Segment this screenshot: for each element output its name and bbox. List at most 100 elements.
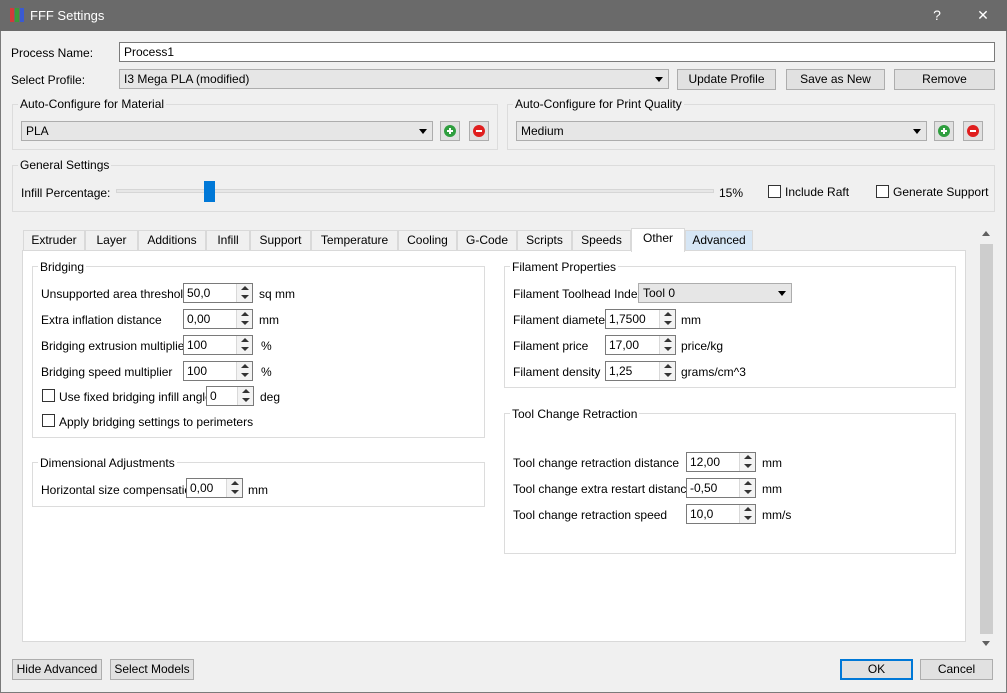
toolchange-restart-spinbox[interactable]: -0,50 <box>686 478 756 498</box>
bridging-extrusion-spinbox[interactable]: 100 <box>183 335 253 355</box>
fixed-angle-value: 0 <box>210 389 217 403</box>
help-button[interactable]: ? <box>914 0 960 31</box>
select-models-button[interactable]: Select Models <box>110 659 194 680</box>
filament-density-value: 1,25 <box>609 364 633 378</box>
chevron-down-icon <box>655 77 663 82</box>
extra-inflation-spinbox[interactable]: 0,00 <box>183 309 253 329</box>
fixed-angle-unit: deg <box>260 390 281 404</box>
toolchange-restart-unit: mm <box>762 482 782 496</box>
toolhead-label: Filament Toolhead Index <box>513 287 644 301</box>
fixed-angle-spinbox[interactable]: 0 <box>206 386 254 406</box>
chevron-down-icon <box>913 129 921 134</box>
filament-price-spinbox[interactable]: 17,00 <box>605 335 676 355</box>
tab-extruder[interactable]: Extruder <box>23 230 85 250</box>
extra-inflation-value: 0,00 <box>187 312 211 326</box>
spin-arrows-icon[interactable] <box>236 284 252 302</box>
toolchange-distance-label: Tool change retraction distance <box>513 456 680 470</box>
tab-support[interactable]: Support <box>250 230 311 250</box>
fixed-angle-checkbox[interactable] <box>42 389 55 402</box>
ok-button[interactable]: OK <box>840 659 913 680</box>
dimensional-title: Dimensional Adjustments <box>38 456 177 470</box>
filament-density-unit: grams/cm^3 <box>681 365 746 379</box>
toolchange-restart-label: Tool change extra restart distance <box>513 482 694 496</box>
tab-temperature[interactable]: Temperature <box>311 230 398 250</box>
horizontal-size-spinbox[interactable]: 0,00 <box>186 478 243 498</box>
include-raft-checkbox[interactable] <box>768 185 781 198</box>
profile-select-value: I3 Mega PLA (modified) <box>124 72 250 86</box>
tab-speeds[interactable]: Speeds <box>572 230 631 250</box>
infill-value: 15% <box>719 186 744 200</box>
remove-profile-button[interactable]: Remove <box>894 69 995 90</box>
chevron-down-icon <box>778 291 786 296</box>
filament-title: Filament Properties <box>510 260 619 274</box>
hide-advanced-button[interactable]: Hide Advanced <box>12 659 102 680</box>
close-button[interactable]: ✕ <box>960 0 1006 31</box>
toolhead-select[interactable]: Tool 0 <box>638 283 792 303</box>
spin-arrows-icon[interactable] <box>659 336 675 354</box>
extra-inflation-unit: mm <box>259 313 279 327</box>
filament-diameter-spinbox[interactable]: 1,7500 <box>605 309 676 329</box>
process-name-input[interactable]: Process1 <box>119 42 995 62</box>
bridging-speed-value: 100 <box>187 364 208 378</box>
filament-price-value: 17,00 <box>609 338 640 352</box>
spin-arrows-icon[interactable] <box>739 479 755 497</box>
bridging-extrusion-label: Bridging extrusion multiplier <box>41 339 189 353</box>
filament-price-label: Filament price <box>513 339 589 353</box>
scroll-up-icon[interactable] <box>982 231 990 236</box>
toolchange-distance-unit: mm <box>762 456 782 470</box>
tab-other[interactable]: Other <box>631 228 685 252</box>
toolchange-restart-value: -0,50 <box>690 481 718 495</box>
tab-additions[interactable]: Additions <box>138 230 206 250</box>
generate-support-checkbox[interactable] <box>876 185 889 198</box>
tab-layer[interactable]: Layer <box>85 230 138 250</box>
unsupported-area-value: 50,0 <box>187 286 211 300</box>
toolchange-speed-value: 10,0 <box>690 507 714 521</box>
tab-advanced[interactable]: Advanced <box>685 230 753 250</box>
spin-arrows-icon[interactable] <box>226 479 242 497</box>
material-group-title: Auto-Configure for Material <box>18 97 167 111</box>
tab-gcode[interactable]: G-Code <box>457 230 517 250</box>
save-as-new-button[interactable]: Save as New <box>786 69 885 90</box>
remove-quality-button[interactable] <box>963 121 983 141</box>
minus-icon <box>967 125 979 137</box>
toolchange-distance-spinbox[interactable]: 12,00 <box>686 452 756 472</box>
scroll-down-icon[interactable] <box>982 641 990 646</box>
profile-select[interactable]: I3 Mega PLA (modified) <box>119 69 669 89</box>
cancel-button[interactable]: Cancel <box>920 659 993 680</box>
update-profile-button[interactable]: Update Profile <box>677 69 776 90</box>
bridging-speed-label: Bridging speed multiplier <box>41 365 173 379</box>
spin-arrows-icon[interactable] <box>659 310 675 328</box>
plus-icon <box>444 125 456 137</box>
filament-price-unit: price/kg <box>681 339 724 353</box>
toolchange-speed-spinbox[interactable]: 10,0 <box>686 504 756 524</box>
bridging-speed-spinbox[interactable]: 100 <box>183 361 253 381</box>
unsupported-area-spinbox[interactable]: 50,0 <box>183 283 253 303</box>
minus-icon <box>473 125 485 137</box>
spin-arrows-icon[interactable] <box>236 310 252 328</box>
spin-arrows-icon[interactable] <box>739 505 755 523</box>
remove-material-button[interactable] <box>469 121 489 141</box>
scrollbar-thumb[interactable] <box>980 244 993 634</box>
spin-arrows-icon[interactable] <box>236 362 252 380</box>
spin-arrows-icon[interactable] <box>739 453 755 471</box>
spin-arrows-icon[interactable] <box>236 336 252 354</box>
add-material-button[interactable] <box>440 121 460 141</box>
tab-infill[interactable]: Infill <box>206 230 250 250</box>
filament-density-label: Filament density <box>513 365 601 379</box>
process-name-label: Process Name: <box>11 46 94 60</box>
apply-perimeters-label: Apply bridging settings to perimeters <box>59 415 254 429</box>
unsupported-area-unit: sq mm <box>259 287 295 301</box>
tab-scripts[interactable]: Scripts <box>517 230 572 250</box>
select-profile-label: Select Profile: <box>11 73 86 87</box>
add-quality-button[interactable] <box>934 121 954 141</box>
quality-select[interactable]: Medium <box>516 121 927 141</box>
unsupported-area-label: Unsupported area threshold <box>41 287 190 301</box>
spin-arrows-icon[interactable] <box>659 362 675 380</box>
app-icon <box>10 8 24 22</box>
spin-arrows-icon[interactable] <box>237 387 253 405</box>
material-select[interactable]: PLA <box>21 121 433 141</box>
tab-cooling[interactable]: Cooling <box>398 230 457 250</box>
infill-slider-thumb[interactable] <box>204 181 216 202</box>
filament-density-spinbox[interactable]: 1,25 <box>605 361 676 381</box>
apply-perimeters-checkbox[interactable] <box>42 414 55 427</box>
